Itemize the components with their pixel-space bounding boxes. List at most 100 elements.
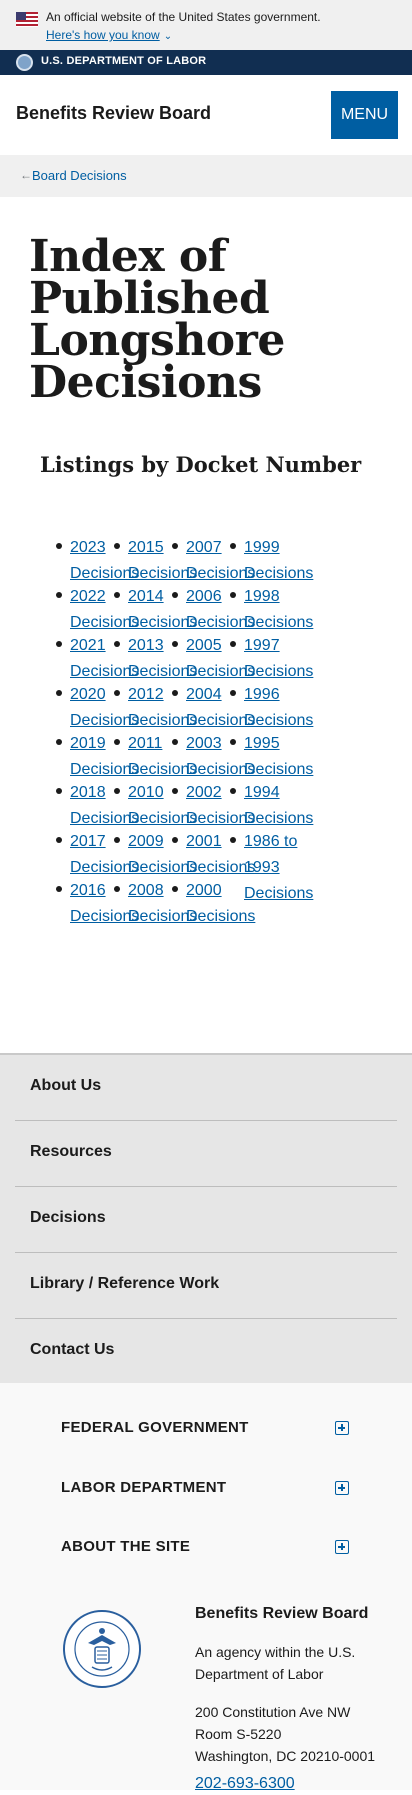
list-item: 1995 Decisions (230, 731, 313, 783)
list-item: 2018 Decisions (56, 780, 139, 832)
agency-bar-label[interactable]: U.S. DEPARTMENT OF LABOR (41, 55, 206, 67)
bullet-icon (114, 788, 120, 794)
list-item: 2005 Decisions (172, 633, 255, 685)
plus-icon (335, 1540, 349, 1554)
bullet-icon (114, 837, 120, 843)
breadcrumb-board-decisions-link[interactable]: Board Decisions (32, 168, 127, 183)
bullet-icon (114, 543, 120, 549)
list-item: 1999 Decisions (230, 535, 313, 587)
list-item: 2003 Decisions (172, 731, 255, 783)
list-item: 2000 Decisions (172, 878, 255, 930)
dol-seal-icon (16, 54, 33, 71)
footer-org-name: Benefits Review Board (195, 1605, 369, 1622)
decisions-year-link[interactable]: 1995 (244, 731, 316, 757)
bullet-icon (56, 641, 62, 647)
decisions-year-link[interactable]: 1986 to (244, 829, 316, 855)
bullet-icon (172, 837, 178, 843)
decisions-year-link-suffix[interactable]: 1993 Decisions (244, 855, 316, 907)
bullet-icon (230, 543, 236, 549)
list-item: 1997 Decisions (230, 633, 313, 685)
official-gov-banner: An official website of the United States… (0, 0, 412, 50)
bullet-icon (56, 788, 62, 794)
list-item: 2012 Decisions (114, 682, 197, 734)
bullet-icon (56, 543, 62, 549)
breadcrumb: ← Board Decisions (0, 155, 412, 197)
section-title: Listings by Docket Number (40, 452, 362, 477)
bullet-icon (230, 788, 236, 794)
list-item: 2006 Decisions (172, 584, 255, 636)
footer-address: 200 Constitution Ave NW Room S-5220 Wash… (195, 1704, 376, 1764)
decisions-year-link[interactable]: 1999 (244, 535, 316, 561)
plus-icon (335, 1481, 349, 1495)
list-item: 1986 to 1993 Decisions (230, 829, 313, 907)
list-item: 2010 Decisions (114, 780, 197, 832)
list-item: 2016 Decisions (56, 878, 139, 930)
decisions-year-link[interactable]: 1994 (244, 780, 316, 806)
accordion-federal-government[interactable]: FEDERAL GOVERNMENT (61, 1413, 351, 1445)
bullet-icon (114, 592, 120, 598)
list-item: 2019 Decisions (56, 731, 139, 783)
official-site-text: An official website of the United States… (46, 10, 321, 24)
list-item: 2011 Decisions (114, 731, 197, 783)
bullet-icon (230, 739, 236, 745)
chevron-down-icon: ⌄ (163, 31, 173, 42)
bullet-icon (172, 690, 178, 696)
decisions-year-link[interactable]: 1998 (244, 584, 316, 610)
footer-agency-text: An agency within the U.S. Department of … (195, 1644, 356, 1682)
list-item: 2009 Decisions (114, 829, 197, 881)
menu-button[interactable]: MENU (331, 91, 398, 139)
bullet-icon (114, 886, 120, 892)
accordion-labor-department[interactable]: LABOR DEPARTMENT (61, 1473, 351, 1505)
us-flag-icon (16, 12, 38, 27)
footer-contact: Benefits Review Board An agency within t… (195, 1603, 400, 1795)
bullet-icon (56, 592, 62, 598)
list-item: 2015 Decisions (114, 535, 197, 587)
agency-bar: U.S. DEPARTMENT OF LABOR (0, 50, 412, 75)
list-item: 2014 Decisions (114, 584, 197, 636)
bullet-icon (56, 837, 62, 843)
bullet-icon (114, 739, 120, 745)
arrow-left-icon: ← (20, 168, 32, 182)
bullet-icon (114, 641, 120, 647)
bullet-icon (56, 690, 62, 696)
bullet-icon (56, 739, 62, 745)
accordion-about-the-site[interactable]: ABOUT THE SITE (61, 1532, 351, 1564)
list-item: 2021 Decisions (56, 633, 139, 685)
nav-item-library-reference-work[interactable]: Library / Reference Work (15, 1253, 397, 1319)
decisions-year-link[interactable]: 1997 (244, 633, 316, 659)
list-item: 2008 Decisions (114, 878, 197, 930)
bullet-icon (172, 641, 178, 647)
list-item: 1996 Decisions (230, 682, 313, 734)
list-item: 2013 Decisions (114, 633, 197, 685)
side-navigation: About Us Resources Decisions Library / R… (0, 1053, 412, 1383)
list-item: 2017 Decisions (56, 829, 139, 881)
bullet-icon (230, 641, 236, 647)
bullet-icon (114, 690, 120, 696)
list-item: 2001 Decisions (172, 829, 255, 881)
heres-how-you-know-link[interactable]: Here's how you know ⌄ (46, 28, 172, 42)
nav-item-decisions[interactable]: Decisions (15, 1187, 397, 1253)
bullet-icon (172, 543, 178, 549)
nav-item-about-us[interactable]: About Us (15, 1055, 397, 1121)
site-title[interactable]: Benefits Review Board (16, 103, 211, 124)
decisions-year-link-suffix[interactable]: Decisions (186, 904, 258, 930)
bullet-icon (172, 592, 178, 598)
nav-item-resources[interactable]: Resources (15, 1121, 397, 1187)
bullet-icon (230, 837, 236, 843)
bullet-icon (172, 739, 178, 745)
list-item: 2007 Decisions (172, 535, 255, 587)
nav-item-contact-us[interactable]: Contact Us (15, 1319, 397, 1385)
list-item: 2004 Decisions (172, 682, 255, 734)
bullet-icon (56, 886, 62, 892)
list-item: 2022 Decisions (56, 584, 139, 636)
site-header: Benefits Review Board MENU (0, 75, 412, 155)
bullet-icon (172, 886, 178, 892)
bullet-icon (172, 788, 178, 794)
plus-icon (335, 1421, 349, 1435)
decisions-year-link[interactable]: 1996 (244, 682, 316, 708)
list-item: 1994 Decisions (230, 780, 313, 832)
list-item: 2020 Decisions (56, 682, 139, 734)
list-item: 1998 Decisions (230, 584, 313, 636)
footer-phone-link[interactable]: 202-693-6300 (195, 1773, 400, 1795)
bullet-icon (230, 592, 236, 598)
